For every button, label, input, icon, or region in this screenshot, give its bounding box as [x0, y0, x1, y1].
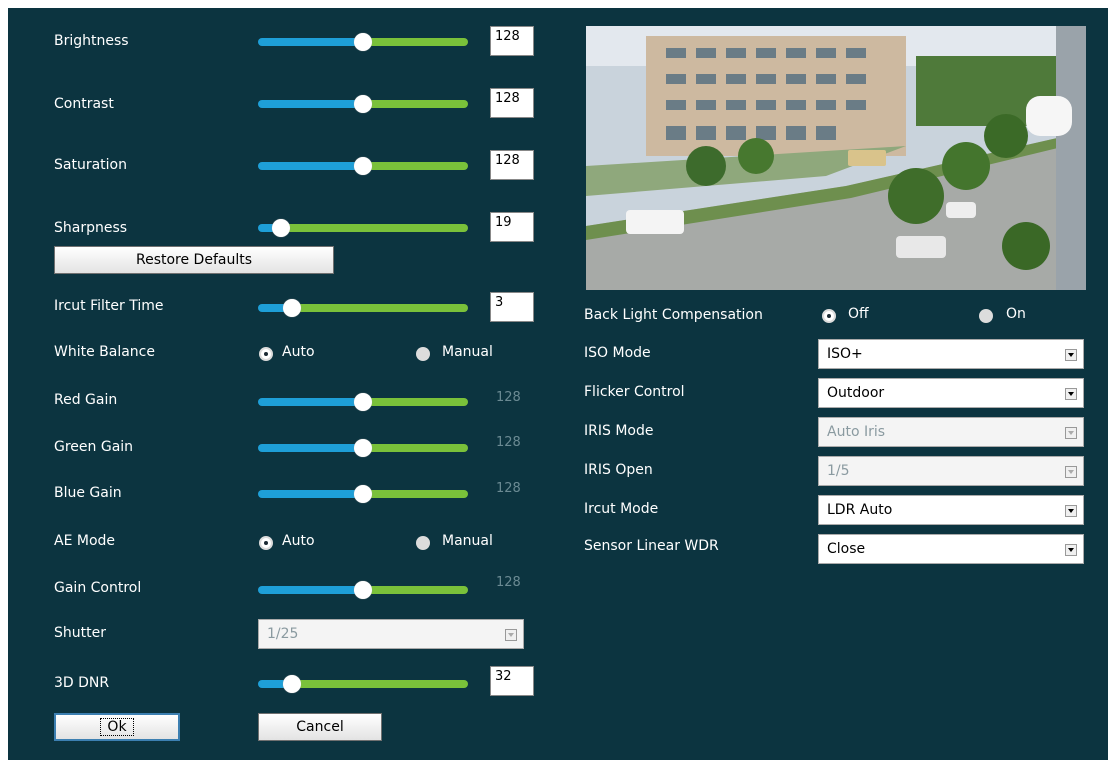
iris-open-select[interactable]: 1/5: [818, 456, 1084, 486]
blue-gain-slider[interactable]: [258, 485, 468, 503]
blue-gain-value: 128: [496, 481, 521, 496]
saturation-slider[interactable]: [258, 157, 468, 175]
sharpness-label: Sharpness: [54, 220, 128, 236]
slider-thumb[interactable]: [354, 33, 372, 51]
sharpness-value[interactable]: 19: [490, 212, 534, 242]
blc-off-label[interactable]: Off: [848, 306, 869, 322]
iris-open-label: IRIS Open: [584, 462, 653, 478]
slider-thumb[interactable]: [272, 219, 290, 237]
iris-mode-value: Auto Iris: [827, 424, 886, 440]
slider-thumb[interactable]: [283, 675, 301, 693]
red-gain-value: 128: [496, 390, 521, 405]
ae-mode-auto-label[interactable]: Auto: [282, 533, 315, 549]
chevron-down-icon: [1065, 466, 1077, 478]
cancel-button[interactable]: Cancel: [258, 713, 382, 741]
iris-mode-label: IRIS Mode: [584, 423, 654, 439]
slider-thumb[interactable]: [354, 393, 372, 411]
dnr-value[interactable]: 32: [490, 666, 534, 696]
camera-preview-scene: [586, 26, 1086, 290]
slider-thumb[interactable]: [354, 95, 372, 113]
sensor-wdr-value: Close: [827, 541, 866, 557]
sensor-wdr-select[interactable]: Close: [818, 534, 1084, 564]
gain-control-slider[interactable]: [258, 581, 468, 599]
flicker-control-select[interactable]: Outdoor: [818, 378, 1084, 408]
brightness-slider[interactable]: [258, 33, 468, 51]
shutter-select[interactable]: 1/25: [258, 619, 524, 649]
saturation-label: Saturation: [54, 157, 127, 173]
green-gain-value: 128: [496, 435, 521, 450]
red-gain-slider[interactable]: [258, 393, 468, 411]
green-gain-slider[interactable]: [258, 439, 468, 457]
saturation-value[interactable]: 128: [490, 150, 534, 180]
brightness-value[interactable]: 128: [490, 26, 534, 56]
contrast-value[interactable]: 128: [490, 88, 534, 118]
chevron-down-icon: [1065, 544, 1077, 556]
ircut-mode-label: Ircut Mode: [584, 501, 659, 517]
ircut-mode-select[interactable]: LDR Auto: [818, 495, 1084, 525]
ircut-filter-time-value[interactable]: 3: [490, 292, 534, 322]
slider-thumb[interactable]: [354, 485, 372, 503]
white-balance-auto-radio[interactable]: [259, 347, 273, 361]
iris-mode-select[interactable]: Auto Iris: [818, 417, 1084, 447]
contrast-slider[interactable]: [258, 95, 468, 113]
white-balance-manual-radio[interactable]: [416, 347, 430, 361]
blue-gain-label: Blue Gain: [54, 485, 122, 501]
ok-button-label: Ok: [100, 718, 134, 736]
chevron-down-icon: [1065, 427, 1077, 439]
slider-thumb[interactable]: [354, 581, 372, 599]
flicker-control-label: Flicker Control: [584, 384, 685, 400]
white-balance-manual-label[interactable]: Manual: [442, 344, 493, 360]
ae-mode-label: AE Mode: [54, 533, 116, 549]
brightness-label: Brightness: [54, 33, 129, 49]
shutter-label: Shutter: [54, 625, 106, 641]
slider-thumb[interactable]: [354, 439, 372, 457]
flicker-control-value: Outdoor: [827, 385, 885, 401]
ircut-filter-time-label: Ircut Filter Time: [54, 298, 164, 314]
ae-mode-auto-radio[interactable]: [259, 536, 273, 550]
ae-mode-manual-radio[interactable]: [416, 536, 430, 550]
restore-defaults-button[interactable]: Restore Defaults: [54, 246, 334, 274]
image-settings-panel: Brightness 128 Contrast 128 Saturation 1…: [8, 8, 1108, 760]
ircut-filter-time-slider[interactable]: [258, 299, 468, 317]
iso-mode-value: ISO+: [827, 346, 863, 362]
chevron-down-icon: [1065, 388, 1077, 400]
sensor-wdr-label: Sensor Linear WDR: [584, 538, 719, 554]
red-gain-label: Red Gain: [54, 392, 118, 408]
ok-button[interactable]: Ok: [54, 713, 180, 741]
shutter-select-value: 1/25: [267, 626, 299, 642]
iso-mode-select[interactable]: ISO+: [818, 339, 1084, 369]
green-gain-label: Green Gain: [54, 439, 134, 455]
camera-preview-image: [586, 26, 1086, 290]
blc-label: Back Light Compensation: [584, 307, 763, 323]
iris-open-value: 1/5: [827, 463, 850, 479]
white-balance-auto-label[interactable]: Auto: [282, 344, 315, 360]
iso-mode-label: ISO Mode: [584, 345, 651, 361]
chevron-down-icon: [505, 629, 517, 641]
blc-on-label[interactable]: On: [1006, 306, 1026, 322]
white-balance-label: White Balance: [54, 344, 155, 360]
gain-control-value: 128: [496, 575, 521, 590]
ircut-mode-value: LDR Auto: [827, 502, 893, 518]
sharpness-slider[interactable]: [258, 219, 468, 237]
ae-mode-manual-label[interactable]: Manual: [442, 533, 493, 549]
gain-control-label: Gain Control: [54, 580, 142, 596]
contrast-label: Contrast: [54, 96, 114, 112]
blc-on-radio[interactable]: [979, 309, 993, 323]
chevron-down-icon: [1065, 349, 1077, 361]
dnr-label: 3D DNR: [54, 675, 110, 691]
slider-thumb[interactable]: [354, 157, 372, 175]
slider-thumb[interactable]: [283, 299, 301, 317]
blc-off-radio[interactable]: [822, 309, 836, 323]
chevron-down-icon: [1065, 505, 1077, 517]
dnr-slider[interactable]: [258, 675, 468, 693]
